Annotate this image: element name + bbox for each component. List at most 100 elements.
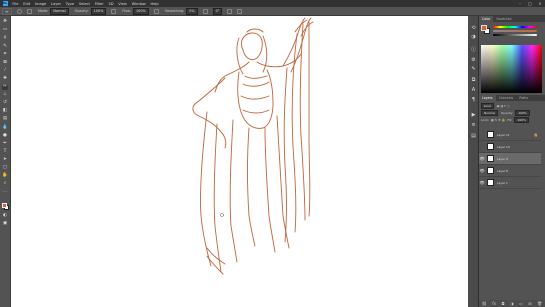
airbrush-icon[interactable] — [153, 8, 159, 14]
fx-icon[interactable]: fx — [492, 301, 496, 306]
history-icon[interactable]: ⟲ — [470, 24, 477, 31]
brush-panel-toggle-icon[interactable] — [27, 8, 32, 14]
document-canvas[interactable] — [11, 16, 468, 307]
visibility-eye-icon[interactable]: 👁 — [479, 177, 485, 188]
brush-tool[interactable]: ✏ — [2, 84, 8, 90]
eraser-tool[interactable]: ◧ — [2, 109, 8, 114]
blend-mode-select[interactable]: Normal — [481, 109, 498, 116]
move-tool[interactable]: ✥ — [2, 20, 8, 25]
new-layer-icon[interactable]: ⊞ — [528, 301, 531, 306]
menu-select[interactable]: Select — [76, 2, 92, 6]
layer-row[interactable]: Layer 11 🔒 — [479, 129, 541, 141]
menu-edit[interactable]: Edit — [21, 2, 33, 6]
hand-tool[interactable]: ✋ — [2, 173, 8, 179]
gradient-tool[interactable]: ▤ — [2, 117, 8, 122]
hue-slider[interactable] — [493, 26, 537, 28]
group-icon[interactable]: ▭ — [519, 301, 523, 306]
libraries-icon[interactable]: ▤ — [470, 132, 477, 139]
menu-view[interactable]: View — [116, 2, 129, 6]
blur-tool[interactable]: 💧 — [2, 125, 8, 130]
color-spectrum[interactable] — [481, 45, 542, 93]
visibility-eye-icon[interactable]: 👁 — [479, 165, 485, 176]
lasso-tool[interactable]: ϙ — [2, 36, 8, 41]
layer-row[interactable]: 👁 Layer 8 — [479, 165, 541, 177]
character-icon[interactable]: A — [470, 86, 477, 93]
smoothing-field[interactable]: 0% — [186, 7, 198, 15]
trash-icon[interactable]: 🗑 — [537, 301, 542, 306]
stamp-tool[interactable]: ⊥ — [2, 92, 8, 98]
type-tool[interactable]: T — [2, 149, 8, 155]
maximize-button[interactable]: □ — [525, 0, 535, 7]
gear-icon[interactable]: ⚙ — [470, 56, 477, 63]
close-button[interactable]: × — [535, 0, 545, 7]
eyedropper-tool[interactable]: ⁄ — [2, 68, 8, 74]
pressure-opacity-icon[interactable] — [111, 8, 117, 14]
adjust-icon[interactable]: ◑ — [470, 33, 477, 40]
link-icon[interactable]: ⛓ — [482, 301, 487, 306]
mask-icon[interactable]: ◘ — [501, 301, 504, 306]
menu-window[interactable]: Window — [129, 2, 148, 6]
pressure-size-icon[interactable] — [227, 8, 233, 14]
minimize-button[interactable]: – — [515, 0, 525, 7]
crop-tool[interactable]: ⌗ — [2, 52, 8, 57]
layer-row[interactable]: 👁 Layer 1 — [479, 177, 541, 189]
menu-help[interactable]: Help — [148, 2, 161, 6]
filter-icons[interactable]: ▣ ◑ T ▢ — [497, 104, 510, 108]
tab-layers[interactable]: Layers — [479, 95, 496, 101]
healing-tool[interactable]: ✚ — [2, 76, 8, 82]
shape-tool[interactable]: ▢ — [2, 165, 8, 171]
frame-tool[interactable]: ⊠ — [2, 60, 8, 66]
panel-foreground-swatch[interactable] — [481, 25, 487, 31]
layer-row[interactable]: Layer 10 — [479, 141, 541, 153]
angle-field[interactable]: 0° — [212, 7, 223, 15]
screen-mode-button[interactable]: ▣ — [2, 222, 8, 227]
menu-file[interactable]: File — [10, 2, 21, 6]
dodge-tool[interactable]: ● — [2, 133, 8, 138]
artboard-tool[interactable]: ▭ — [2, 28, 8, 33]
symmetry-icon[interactable] — [237, 8, 243, 14]
play-icon[interactable]: ▶ — [470, 111, 477, 118]
quick-select-tool[interactable]: ✎ — [2, 44, 8, 49]
menu-type[interactable]: Type — [63, 2, 76, 6]
pen-tool[interactable]: ✒ — [2, 141, 8, 147]
adjustment-icon[interactable]: ◑ — [510, 301, 514, 306]
flow-field[interactable]: 100% — [133, 7, 149, 15]
visibility-eye-icon[interactable] — [479, 141, 485, 152]
mode-select[interactable]: Normal — [50, 7, 69, 15]
brush-settings-icon[interactable]: ✎ — [470, 65, 477, 72]
layer-row[interactable]: 👁 Layer 9 — [479, 153, 541, 165]
menu-3d[interactable]: 3D — [106, 2, 116, 6]
saturation-slider[interactable] — [493, 30, 537, 32]
layer-fill-field[interactable]: 100% — [514, 116, 529, 123]
more-tools[interactable]: … — [2, 190, 8, 195]
menu-image[interactable]: Image — [33, 2, 49, 6]
sketch-skirt-right — [276, 115, 290, 249]
lock-icons[interactable]: ▦ ✎ ✥ 🔒 — [491, 118, 505, 122]
lock-label: Lock: — [481, 117, 489, 122]
visibility-eye-icon[interactable]: 👁 — [479, 153, 485, 164]
brush-preset-icon[interactable] — [17, 8, 22, 14]
kind-filter-select[interactable]: Kind — [481, 102, 494, 109]
smoothing-options-gear-icon[interactable] — [202, 8, 208, 14]
sketch-skirt-fold-3 — [247, 127, 256, 247]
history-brush-tool[interactable]: ↺ — [2, 101, 8, 106]
visibility-eye-icon[interactable] — [479, 129, 485, 140]
quick-mask-button[interactable]: ◐ — [2, 214, 8, 219]
paragraph-icon[interactable]: ¶ — [470, 96, 477, 103]
layer-opacity-field[interactable]: 100% — [515, 109, 530, 116]
properties-icon[interactable]: ≡ — [470, 121, 477, 128]
info-icon[interactable]: ⓘ — [470, 46, 477, 53]
lock-row: Lock: ▦ ✎ ✥ 🔒 Fill: 100% — [481, 116, 543, 123]
tab-paths[interactable]: Paths — [516, 95, 531, 101]
zoom-tool[interactable]: ⌕ — [2, 182, 8, 187]
menu-layer[interactable]: Layer — [49, 2, 64, 6]
brightness-slider[interactable] — [493, 34, 537, 36]
opacity-field[interactable]: 100% — [90, 7, 107, 15]
path-select-tool[interactable]: ➤ — [2, 157, 8, 163]
tab-channels[interactable]: Channels — [496, 95, 517, 101]
foreground-color-swatch[interactable] — [2, 203, 7, 208]
menu-filter[interactable]: Filter — [92, 2, 106, 6]
menu-bar: Ps File Edit Image Layer Type Select Fil… — [0, 0, 545, 7]
clone-source-icon[interactable]: ⧉ — [470, 76, 477, 83]
tool-preset-picker[interactable]: ✏ — [2, 7, 12, 15]
